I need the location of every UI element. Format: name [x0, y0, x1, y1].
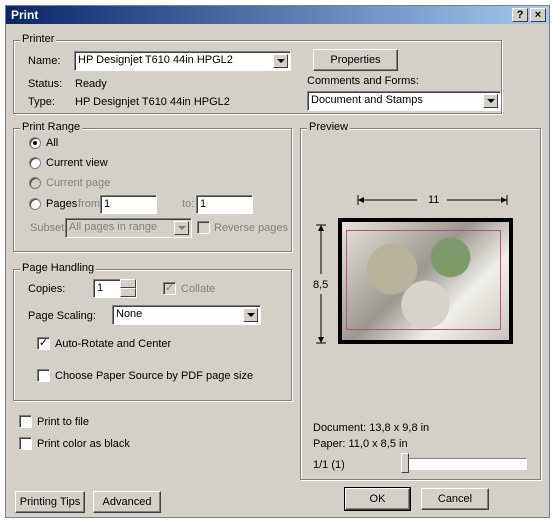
chevron-down-icon[interactable] [483, 94, 498, 108]
print-color-black-label: Print color as black [37, 438, 130, 450]
chevron-down-icon [174, 221, 189, 235]
copies-label: Copies: [28, 283, 66, 295]
to-page-input[interactable]: 1 [196, 195, 253, 214]
status-label: Status: [28, 78, 63, 90]
spin-down-icon[interactable] [120, 288, 136, 297]
window-title: Print [11, 8, 39, 22]
help-button[interactable]: ? [512, 8, 528, 22]
status-value: Ready [75, 78, 107, 90]
spin-up-icon[interactable] [120, 279, 136, 288]
properties-button[interactable]: Properties [313, 49, 398, 71]
comments-forms-select[interactable]: Document and Stamps [307, 91, 501, 111]
page-slider-thumb[interactable] [401, 453, 409, 473]
chevron-down-icon[interactable] [273, 54, 288, 68]
print-to-file-label: Print to file [37, 416, 89, 428]
page-scaling-value: None [116, 308, 143, 320]
radio-current-page-label: Current page [46, 177, 111, 189]
auto-rotate-label: Auto-Rotate and Center [55, 338, 172, 350]
title-bar: Print ? × [6, 6, 549, 24]
page-handling-legend: Page Handling [20, 262, 97, 274]
comments-forms-value: Document and Stamps [311, 94, 423, 106]
radio-all-label: All [46, 137, 59, 149]
auto-rotate-checkbox[interactable]: ✓ [37, 337, 50, 350]
page-indicator: 1/1 (1) [313, 459, 345, 471]
from-page-input[interactable]: 1 [100, 195, 157, 214]
printer-name-label: Name: [28, 55, 61, 67]
document-size-text: Document: 13,8 x 9,8 in [313, 422, 430, 434]
preview-page-image [342, 222, 509, 340]
collate-checkbox: ✓ [163, 282, 176, 295]
radio-current-view-label: Current view [46, 157, 108, 169]
width-dimension-label: 11 [428, 194, 440, 206]
reverse-pages-checkbox [197, 221, 210, 234]
type-label: Type: [28, 96, 55, 108]
print-color-black-checkbox[interactable] [19, 437, 32, 450]
page-scaling-select[interactable]: None [112, 305, 261, 325]
copies-value: 1 [97, 282, 104, 294]
ok-button[interactable]: OK [344, 487, 411, 511]
cancel-button[interactable]: Cancel [421, 488, 489, 510]
print-range-legend: Print Range [20, 121, 83, 133]
type-value: HP Designjet T610 44in HPGL2 [75, 96, 230, 108]
radio-current-view[interactable] [29, 157, 41, 169]
choose-source-label: Choose Paper Source by PDF page size [55, 370, 254, 382]
radio-pages-label: Pages [46, 198, 78, 210]
copies-spinner[interactable] [120, 279, 136, 297]
preview-thumbnail [338, 218, 513, 344]
subset-select: All pages in range [65, 218, 192, 238]
subset-value: All pages in range [69, 221, 158, 233]
paper-size-text: Paper: 11,0 x 8,5 in [313, 438, 408, 450]
collate-label: Collate [181, 283, 216, 295]
preview-legend: Preview [307, 121, 351, 133]
advanced-button[interactable]: Advanced [93, 491, 161, 513]
radio-pages[interactable] [29, 198, 41, 210]
page-scaling-label: Page Scaling: [28, 310, 96, 322]
printer-legend: Printer [20, 33, 57, 45]
printing-tips-button[interactable]: Printing Tips [15, 491, 85, 513]
printer-name-value: HP Designjet T610 44in HPGL2 [78, 54, 233, 66]
printer-name-select[interactable]: HP Designjet T610 44in HPGL2 [74, 51, 291, 71]
height-dimension-label: 8,5 [313, 279, 329, 291]
page-slider-track[interactable] [401, 458, 527, 470]
print-to-file-checkbox[interactable] [19, 415, 32, 428]
comments-forms-label: Comments and Forms: [307, 75, 419, 87]
subset-label: Subset: [30, 222, 68, 234]
to-label: to: [182, 198, 195, 210]
chevron-down-icon[interactable] [243, 308, 258, 322]
radio-current-page [29, 177, 41, 189]
close-button[interactable]: × [530, 8, 546, 22]
reverse-pages-label: Reverse pages [214, 222, 288, 234]
preview-print-area [346, 230, 501, 330]
radio-all[interactable] [29, 137, 41, 149]
choose-source-checkbox[interactable] [37, 369, 50, 382]
